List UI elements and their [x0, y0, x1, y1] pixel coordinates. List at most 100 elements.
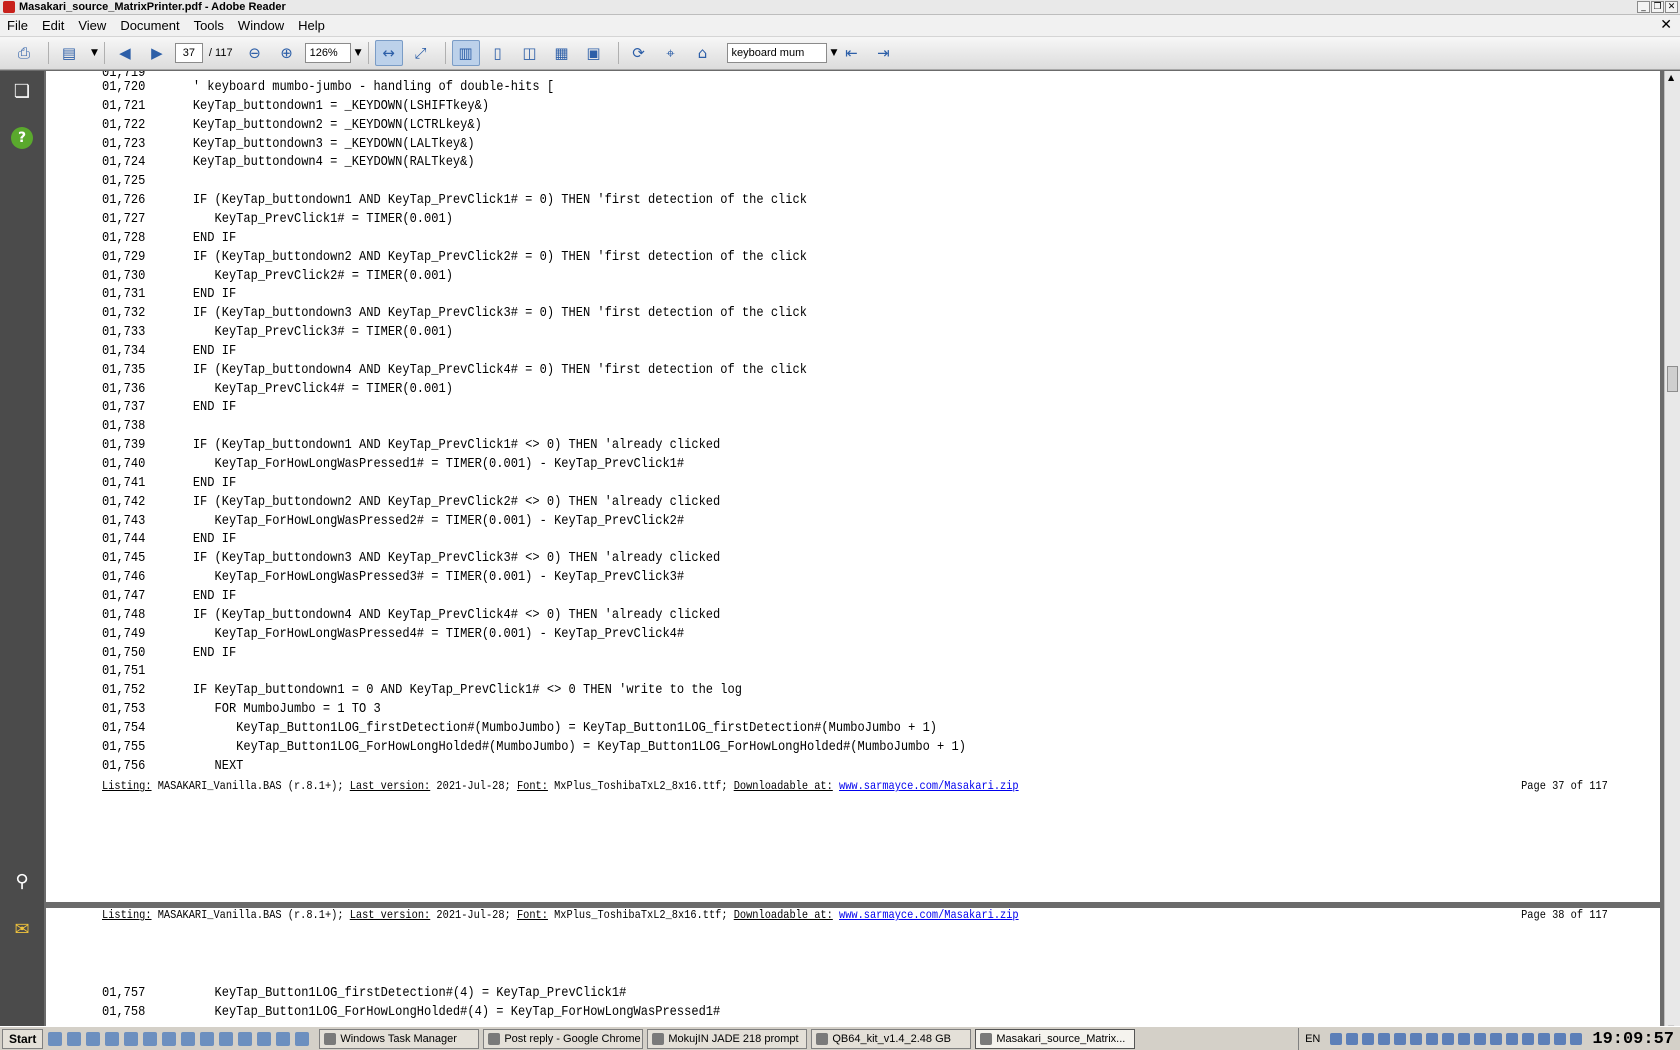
zoom-level-input[interactable]: 126% [304, 43, 351, 63]
tray-icon[interactable] [1330, 1033, 1343, 1045]
quick-launch-icon[interactable] [219, 1031, 234, 1046]
quick-launch-icon[interactable] [67, 1031, 82, 1046]
close-window-button[interactable]: ✕ [1665, 1, 1678, 13]
quick-launch-icon[interactable] [105, 1031, 120, 1046]
print-icon[interactable]: ⎙ [10, 40, 38, 66]
line-number: 01,750 [102, 644, 146, 661]
previous-page-icon[interactable]: ◀ [111, 40, 139, 66]
full-screen-icon[interactable]: ▣ [580, 40, 608, 66]
zoom-out-icon[interactable]: ⊖ [241, 40, 269, 66]
tray-icon[interactable] [1378, 1033, 1391, 1045]
two-page-icon[interactable]: ◫ [516, 40, 544, 66]
quick-launch-icon[interactable] [86, 1031, 101, 1046]
code-line: 01,758 KeyTap_Button1LOG_ForHowLongHolde… [102, 1003, 720, 1022]
tray-icon[interactable] [1554, 1033, 1567, 1045]
select-tool-icon[interactable]: ⌖ [657, 40, 685, 66]
attachments-icon[interactable]: ⚲ [11, 871, 33, 893]
quick-launch-icon[interactable] [295, 1031, 310, 1046]
find-previous-icon[interactable]: ⇤ [837, 40, 865, 66]
language-indicator[interactable]: EN [1305, 1033, 1320, 1045]
task-task-manager[interactable]: Windows Task Manager [319, 1028, 480, 1049]
line-number: 01,754 [102, 719, 146, 736]
line-number: 01,723 [102, 135, 146, 152]
comments-icon[interactable]: ✉ [11, 919, 33, 941]
tray-icon[interactable] [1362, 1033, 1375, 1045]
pages-icon[interactable]: ❏ [11, 81, 33, 103]
code-text: END IF [163, 474, 237, 491]
quick-launch-icon[interactable] [48, 1031, 63, 1046]
search-input[interactable]: keyboard mum [726, 43, 827, 63]
scroll-up-icon[interactable]: ▲ [1668, 73, 1674, 82]
quick-launch-icon[interactable] [124, 1031, 139, 1046]
zoom-dropdown-icon[interactable]: ▼ [355, 48, 362, 58]
quick-launch-icon[interactable] [276, 1031, 291, 1046]
code-text: KeyTap_buttondown2 = _KEYDOWN(LCTRLkey&) [163, 116, 482, 133]
task-prompt[interactable]: MokujIN JADE 218 prompt [647, 1028, 808, 1049]
document-area: 01,719 01,720 ' keyboard mumbo-jumbo - h… [44, 71, 1664, 1035]
find-next-icon[interactable]: ⇥ [869, 40, 897, 66]
zoom-in-icon[interactable]: ⊕ [273, 40, 301, 66]
task-adobe-reader[interactable]: Masakari_source_Matrix... [975, 1028, 1136, 1049]
start-button[interactable]: Start [2, 1028, 44, 1049]
page-total: / 117 [208, 47, 233, 59]
next-page-icon[interactable]: ▶ [143, 40, 171, 66]
scrollbar-thumb[interactable] [1667, 366, 1678, 392]
tray-icon[interactable] [1506, 1033, 1519, 1045]
pdf-page-37: 01,719 01,720 ' keyboard mumbo-jumbo - h… [46, 71, 1660, 902]
minimize-button[interactable]: _ [1637, 1, 1650, 13]
menu-document[interactable]: Document [113, 18, 186, 33]
restore-button[interactable]: ❐ [1651, 1, 1664, 13]
code-text: KeyTap_ForHowLongWasPressed3# = TIMER(0.… [163, 569, 685, 586]
help-icon[interactable]: ? [11, 127, 33, 149]
search-dropdown-icon[interactable]: ▼ [831, 48, 838, 58]
code-text: ' keyboard mumbo-jumbo - handling of dou… [163, 79, 555, 95]
tray-icon[interactable] [1458, 1033, 1471, 1045]
code-line: 01,739 IF (KeyTap_buttondown1 AND KeyTap… [102, 436, 720, 455]
collaborate-icon[interactable]: ▤ [55, 40, 83, 66]
tray-icon[interactable] [1474, 1033, 1487, 1045]
code-text: END IF [163, 286, 237, 303]
single-page-icon[interactable]: ▯ [484, 40, 512, 66]
tray-icon[interactable] [1490, 1033, 1503, 1045]
menu-file[interactable]: File [0, 18, 35, 33]
tray-icon[interactable] [1410, 1033, 1423, 1045]
chevron-down-icon[interactable]: ▼ [91, 48, 98, 58]
fit-page-icon[interactable]: ⤢ [407, 40, 435, 66]
download-link[interactable]: www.sarmayce.com/Masakari.zip [839, 908, 1019, 922]
menu-edit[interactable]: Edit [35, 18, 71, 33]
code-line: 01,732 IF (KeyTap_buttondown3 AND KeyTap… [102, 304, 807, 323]
code-text: KeyTap_buttondown4 = _KEYDOWN(RALTkey&) [163, 154, 475, 171]
menu-tools[interactable]: Tools [187, 18, 231, 33]
tray-icon[interactable] [1538, 1033, 1551, 1045]
quick-launch-icon[interactable] [257, 1031, 272, 1046]
menu-help[interactable]: Help [291, 18, 332, 33]
code-text: IF (KeyTap_buttondown1 AND KeyTap_PrevCl… [163, 437, 721, 454]
fit-width-icon[interactable]: ↔ [374, 40, 403, 66]
quick-launch-icon[interactable] [162, 1031, 177, 1046]
quick-launch-icon[interactable] [143, 1031, 158, 1046]
menu-view[interactable]: View [71, 18, 113, 33]
quick-launch-icon[interactable] [238, 1031, 253, 1046]
rotate-icon[interactable]: ⟳ [625, 40, 653, 66]
code-line: 01,757 KeyTap_Button1LOG_firstDetection#… [102, 984, 626, 1003]
tray-icon[interactable] [1394, 1033, 1407, 1045]
vertical-scrollbar[interactable]: ▲ ▼ [1664, 71, 1680, 1035]
continuous-view-icon[interactable]: ▥ [451, 40, 480, 66]
quick-launch-icon[interactable] [200, 1031, 215, 1046]
tray-icon[interactable] [1442, 1033, 1455, 1045]
task-chrome[interactable]: Post reply - Google Chrome [483, 1028, 644, 1049]
download-link[interactable]: www.sarmayce.com/Masakari.zip [839, 779, 1019, 793]
tray-icon[interactable] [1522, 1033, 1535, 1045]
tray-icon[interactable] [1570, 1033, 1583, 1045]
two-page-continuous-icon[interactable]: ▦ [548, 40, 576, 66]
separator [617, 42, 619, 64]
home-icon[interactable]: ⌂ [689, 40, 717, 66]
quick-launch-icon[interactable] [181, 1031, 196, 1046]
menu-window[interactable]: Window [231, 18, 291, 33]
tray-icon[interactable] [1346, 1033, 1359, 1045]
task-folder[interactable]: QB64_kit_v1.4_2.48 GB [811, 1028, 972, 1049]
clock[interactable]: 19:09:57 [1592, 1030, 1674, 1049]
page-number-input[interactable]: 37 [174, 43, 203, 63]
tray-icon[interactable] [1426, 1033, 1439, 1045]
close-document-icon[interactable]: ✕ [1660, 17, 1672, 33]
